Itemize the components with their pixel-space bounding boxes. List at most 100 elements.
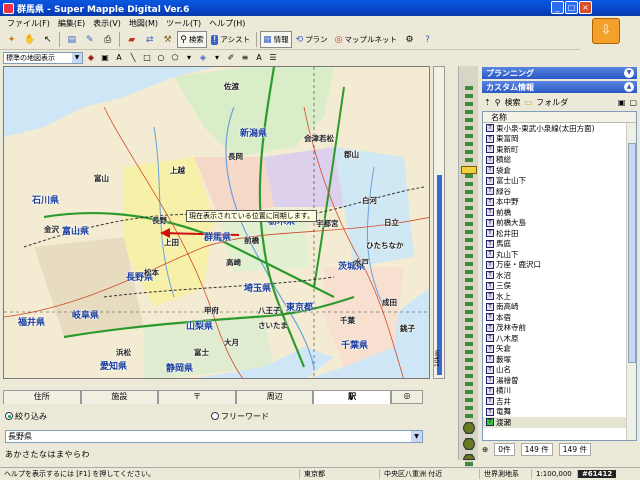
assist-button[interactable]: ! アシスト (208, 31, 253, 48)
document-icon[interactable]: ▤ (63, 31, 80, 48)
tab-postal[interactable]: 〒 (158, 390, 236, 404)
brush-icon[interactable]: ✐ (225, 52, 237, 64)
search-button[interactable]: ⚲ 検索 (177, 31, 207, 48)
help-icon[interactable]: ? (419, 31, 436, 48)
list-item[interactable]: T 吉井 (483, 396, 636, 407)
diamond-icon[interactable]: ◆ (85, 52, 97, 64)
list-item[interactable]: T 藪塚 (483, 354, 636, 365)
list-item-selected[interactable]: T 渡瀬 (483, 417, 636, 428)
list-item[interactable]: T 松井田 (483, 228, 636, 239)
custom-info-header[interactable]: カスタム情報 ▲ (482, 81, 637, 93)
prefecture-select[interactable]: 長野県 ▼ (5, 430, 423, 443)
list-item[interactable]: T 竜舞 (483, 407, 636, 418)
list-scrollbar[interactable] (626, 123, 636, 440)
menu-view[interactable]: 表示(V) (89, 18, 125, 29)
zoom-in-icon[interactable] (463, 422, 475, 434)
folder-up-icon[interactable]: ⇡ (484, 98, 491, 107)
pointer-icon[interactable]: ↖ (39, 31, 56, 48)
text-tool-icon[interactable]: A (113, 52, 125, 64)
list-item[interactable]: T 水沼 (483, 270, 636, 281)
compass-icon[interactable]: ✦ (3, 31, 20, 48)
kana-index[interactable]: あかさたなはまやらわ (5, 449, 425, 459)
list-item[interactable]: T 積総 (483, 155, 636, 166)
route-icon[interactable]: ⇄ (141, 31, 158, 48)
list-column-header[interactable]: 名称 (483, 112, 636, 123)
pen-icon[interactable]: ✎ (81, 31, 98, 48)
align-icon[interactable]: ☰ (267, 52, 279, 64)
tool-icon[interactable]: ⚒ (159, 31, 176, 48)
hand-icon[interactable]: ✋ (21, 31, 38, 48)
tab-address[interactable]: 住所 (3, 390, 81, 404)
list-item[interactable]: T 万座・鹿沢口 (483, 260, 636, 271)
list-item[interactable]: T 前橋 (483, 207, 636, 218)
list-item[interactable]: T 緑谷 (483, 186, 636, 197)
map-view[interactable]: 現在表示されている位置に同期します。 新潟県 石川県 福井県 富山県 長野県 群… (3, 66, 430, 379)
mapple-net-button[interactable]: ◎ マップルネット (332, 31, 400, 48)
map-style-select[interactable]: 標準の地図表示 ▼ (3, 51, 83, 64)
list-item[interactable]: T 東新町 (483, 144, 636, 155)
list-item[interactable]: T 富士山下 (483, 176, 636, 187)
rect-tool-icon[interactable]: □ (141, 52, 153, 64)
list-item[interactable]: T 袋倉 (483, 165, 636, 176)
menu-edit[interactable]: 編集(E) (54, 18, 89, 29)
zoom-track[interactable] (465, 86, 473, 480)
window-icon[interactable]: ▢ (629, 98, 637, 107)
list-item[interactable]: T 丸山下 (483, 249, 636, 260)
zoom-out-icon[interactable] (463, 454, 475, 460)
folder-icon[interactable]: ▭ (525, 98, 533, 107)
minimize-button[interactable]: _ (551, 1, 564, 14)
panel-search-button[interactable]: 検索 (505, 97, 521, 108)
planning-header[interactable]: プランニング ▼ (482, 67, 637, 79)
menu-help[interactable]: ヘルプ(H) (205, 18, 249, 29)
radio-filter[interactable] (5, 412, 13, 420)
list-item[interactable]: T 前橋大島 (483, 218, 636, 229)
frame-icon[interactable]: ▣ (99, 52, 111, 64)
close-button[interactable]: × (579, 1, 592, 14)
binoculars-icon[interactable]: ⚲ (495, 98, 501, 107)
car-icon[interactable]: ▰ (123, 31, 140, 48)
map-scroll-indicator[interactable] (437, 175, 442, 375)
maximize-button[interactable]: □ (565, 1, 578, 14)
menu-tools[interactable]: ツール(T) (162, 18, 205, 29)
tab-facility[interactable]: 施設 (80, 390, 159, 404)
select-all-icon[interactable]: ⊕ (482, 445, 488, 454)
line-tool-icon[interactable]: ╲ (127, 52, 139, 64)
list-item[interactable]: T 八木原 (483, 333, 636, 344)
zoom-reset-icon[interactable] (463, 438, 475, 450)
menu-map[interactable]: 地図(M) (125, 18, 162, 29)
zoom-slider-handle[interactable] (461, 166, 477, 174)
list-item[interactable]: T 三俣 (483, 281, 636, 292)
list-item[interactable]: T 水上 (483, 291, 636, 302)
ellipse-tool-icon[interactable]: ○ (155, 52, 167, 64)
panel-folder-button[interactable]: フォルダ (536, 97, 568, 108)
fill-color-icon[interactable]: ▾ (183, 52, 195, 64)
search-go-icon[interactable]: ◎ (390, 390, 423, 404)
list-item[interactable]: T 馬庭 (483, 239, 636, 250)
info-button[interactable]: ▦ 情報 (260, 31, 292, 48)
list-item[interactable]: T 南高崎 (483, 302, 636, 313)
plan-button[interactable]: ⟲ プラン (293, 31, 331, 48)
line-color-icon[interactable]: ▾ (211, 52, 223, 64)
tab-nearby[interactable]: 周辺 (235, 390, 314, 404)
list-item[interactable]: T 本宿 (483, 312, 636, 323)
list-item[interactable]: T 矢倉 (483, 344, 636, 355)
font-icon[interactable]: A (253, 52, 265, 64)
radio-freeword[interactable] (211, 412, 219, 420)
print-icon[interactable]: ⎙ (99, 31, 116, 48)
line-style-icon[interactable]: ≡ (239, 52, 251, 64)
list-item[interactable]: T 東富岡 (483, 134, 636, 145)
settings-icon[interactable]: ⚙ (401, 31, 418, 48)
list-item[interactable]: T 茂林寺前 (483, 323, 636, 334)
tab-station[interactable]: 駅 (313, 390, 391, 404)
paint-icon[interactable]: ◈ (197, 52, 209, 64)
list-item[interactable]: T 山名 (483, 365, 636, 376)
list-item[interactable]: T 本中野 (483, 197, 636, 208)
list-scrollbar-thumb[interactable] (628, 143, 636, 363)
list-item[interactable]: T 湯檜曽 (483, 375, 636, 386)
menu-file[interactable]: ファイル(F) (3, 18, 54, 29)
image-icon[interactable]: ▣ (618, 98, 626, 107)
list-item[interactable]: T 横川 (483, 386, 636, 397)
list-item[interactable]: T 東小泉-東武小泉線(太田方面) (483, 123, 636, 134)
chevron-down-icon[interactable]: ⇩ (592, 18, 620, 44)
polygon-tool-icon[interactable]: ⬠ (169, 52, 181, 64)
